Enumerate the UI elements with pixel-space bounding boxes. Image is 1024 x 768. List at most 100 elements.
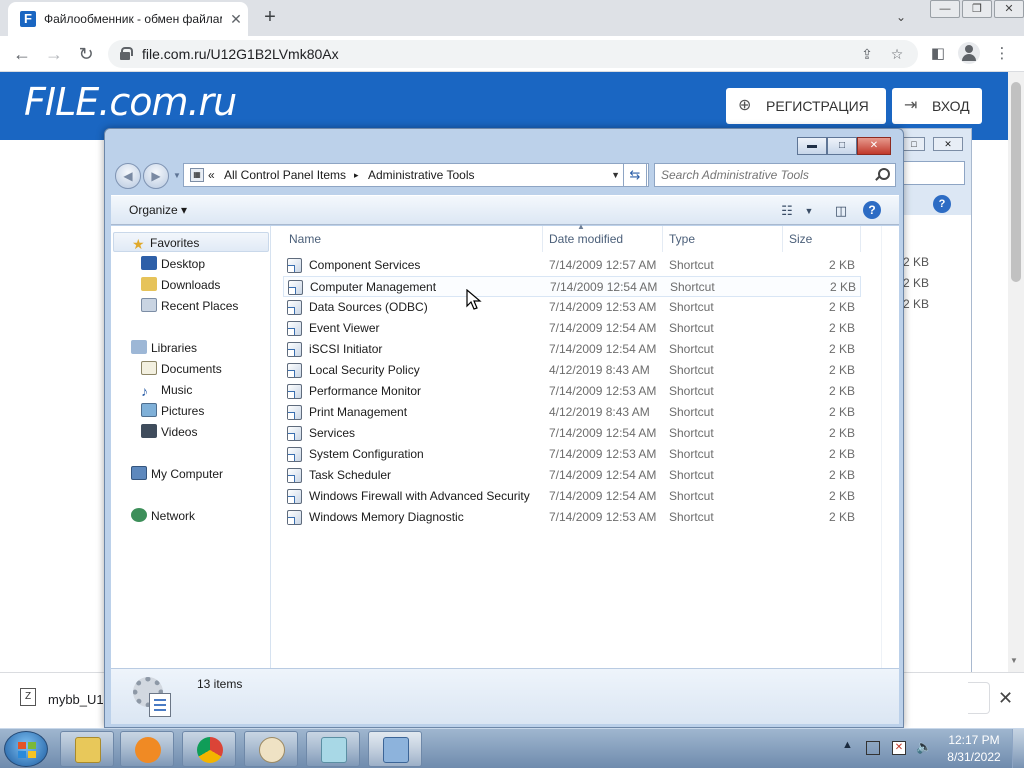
nav-libraries[interactable]: Libraries [131,338,197,358]
background-search-box[interactable] [901,161,965,185]
nav-videos[interactable]: Videos [141,422,197,442]
file-row[interactable]: Component Services 7/14/2009 12:57 AM Shor… [283,255,861,276]
explorer-search-input[interactable] [655,164,869,186]
taskbar-notepad-button[interactable] [306,731,360,767]
register-button[interactable]: ⊕ РЕГИСТРАЦИЯ [726,88,886,124]
media-player-icon [135,737,161,763]
url-text[interactable]: file.com.ru/U12G1B2LVmk80Ax [142,46,339,62]
breadcrumb-separator-icon[interactable]: ▸ [354,170,359,181]
taskbar-control-panel-button[interactable] [368,731,422,767]
file-row[interactable]: Computer Management 7/14/2009 12:54 AM Sho… [283,276,861,297]
organize-button[interactable]: Organize ▾ [129,203,187,217]
explorer-forward-icon[interactable]: ▶ [143,163,169,189]
clock-time[interactable]: 12:17 PM [946,733,1002,747]
view-options-icon[interactable]: ☷ [777,202,797,220]
browser-close-button[interactable]: ✕ [994,0,1024,18]
column-header-name[interactable]: Name [283,226,543,252]
show-desktop-button[interactable] [1012,729,1024,768]
file-row[interactable]: Windows Memory Diagnostic 7/14/2009 12:53… [283,507,861,528]
volume-icon[interactable]: 🔈 [916,739,932,755]
nav-recent-places[interactable]: Recent Places [141,296,238,316]
file-row[interactable]: Task Scheduler 7/14/2009 12:54 AM Shortcut… [283,465,861,486]
file-row[interactable]: Print Management 4/12/2019 8:43 AM Shortcu… [283,402,861,423]
download-shelf-close-icon[interactable]: ✕ [998,688,1013,709]
file-row[interactable]: System Configuration 7/14/2009 12:53 AM Sh… [283,444,861,465]
explorer-address-bar[interactable]: ▦ « All Control Panel Items ▸ Administra… [183,163,649,187]
clock-date[interactable]: 8/31/2022 [946,750,1002,764]
browser-tab[interactable]: F Файлообменник - обмен файлами ✕ [8,2,248,36]
network-tray-icon[interactable] [866,741,880,755]
explorer-minimize-button[interactable]: ▬ [797,137,827,155]
taskbar-chrome-button[interactable] [182,731,236,767]
action-center-icon[interactable]: ✕ [892,741,906,755]
explorer-search-box[interactable] [654,163,896,187]
explorer-back-icon[interactable]: ◀ [115,163,141,189]
file-row[interactable]: Windows Firewall with Advanced Security 7… [283,486,861,507]
preview-pane-icon[interactable]: ◫ [831,202,851,220]
refresh-icon[interactable]: ⇆ [623,163,647,187]
file-row[interactable]: Data Sources (ODBC) 7/14/2009 12:53 AM Sho… [283,297,861,318]
file-type: Shortcut [669,258,714,272]
file-row[interactable]: Event Viewer 7/14/2009 12:54 AM Shortcut 2 … [283,318,861,339]
taskbar-media-player-button[interactable] [120,731,174,767]
help-icon[interactable]: ? [863,201,881,219]
start-button-icon[interactable] [4,731,48,767]
back-arrow-icon[interactable]: ← [10,42,34,66]
background-maximize-icon[interactable]: □ [903,137,925,151]
tab-search-icon[interactable]: ⌄ [896,10,906,24]
page-scrollbar[interactable]: ▼ [1008,72,1024,672]
explorer-close-button[interactable]: ✕ [857,137,891,155]
file-date-modified: 7/14/2009 12:53 AM [549,300,657,314]
scroll-down-arrow-icon[interactable]: ▼ [1010,656,1018,665]
taskbar-paint-button[interactable] [244,731,298,767]
nav-desktop[interactable]: Desktop [141,254,205,274]
explorer-maximize-button[interactable]: □ [827,137,857,155]
file-row[interactable]: Local Security Policy 4/12/2019 8:43 AM Sh… [283,360,861,381]
nav-documents[interactable]: Documents [141,359,222,379]
login-button[interactable]: ⇥ ВХОД [892,88,982,124]
address-bar[interactable]: file.com.ru/U12G1B2LVmk80Ax ⇪ ☆ [108,40,918,68]
lock-icon[interactable] [120,47,133,60]
download-filename[interactable]: mybb_U1 [48,692,104,707]
view-dropdown-icon[interactable]: ▼ [799,202,819,220]
nav-favorites[interactable]: ★ Favorites [113,232,269,252]
nav-network[interactable]: Network [131,506,195,526]
browser-minimize-button[interactable]: — [930,0,960,18]
archive-file-icon[interactable]: Z [20,688,36,706]
breadcrumb-item[interactable]: Administrative Tools [368,168,475,182]
browser-restore-button[interactable]: ❐ [962,0,992,18]
breadcrumb-overflow[interactable]: « [208,168,215,182]
nav-music[interactable]: ♪ Music [141,380,192,400]
file-row[interactable]: Performance Monitor 7/14/2009 12:53 AM Sho… [283,381,861,402]
nav-my-computer[interactable]: My Computer [131,464,223,484]
background-close-icon[interactable]: ✕ [933,137,963,151]
taskbar-explorer-button[interactable] [60,731,114,767]
file-type: Shortcut [669,405,714,419]
page-scrollbar-thumb[interactable] [1011,82,1021,282]
reload-icon[interactable]: ↻ [74,42,98,66]
menu-kebab-icon[interactable]: ⋮ [990,42,1014,66]
background-help-icon[interactable]: ? [933,195,951,213]
file-row[interactable]: iSCSI Initiator 7/14/2009 12:54 AM Shortcu… [283,339,861,360]
nav-downloads[interactable]: Downloads [141,275,220,295]
forward-arrow-icon[interactable]: → [42,42,66,66]
column-header-size[interactable]: Size [783,226,861,252]
file-row[interactable]: Services 7/14/2009 12:54 AM Shortcut 2 KB [283,423,861,444]
recent-pages-dropdown-icon[interactable]: ▼ [173,171,181,180]
side-panel-icon[interactable]: ◧ [926,42,950,66]
tab-close-icon[interactable]: ✕ [228,11,244,27]
tray-overflow-icon[interactable]: ▲ [842,739,853,751]
nav-pictures[interactable]: Pictures [141,401,204,421]
site-logo[interactable]: FILE.com.ru [24,80,237,124]
column-header-type[interactable]: Type [663,226,783,252]
share-icon[interactable]: ⇪ [858,45,876,63]
profile-avatar-icon[interactable] [958,42,980,64]
breadcrumb-item[interactable]: All Control Panel Items [224,168,346,182]
file-list-scrollbar[interactable] [881,226,899,668]
column-header-date-modified[interactable]: Date modified [543,226,663,252]
new-tab-button[interactable]: + [258,6,282,30]
search-icon[interactable] [873,167,890,183]
download-menu-button[interactable] [968,682,990,714]
bookmark-star-icon[interactable]: ☆ [888,45,906,63]
address-dropdown-icon[interactable]: ▼ [611,170,620,180]
